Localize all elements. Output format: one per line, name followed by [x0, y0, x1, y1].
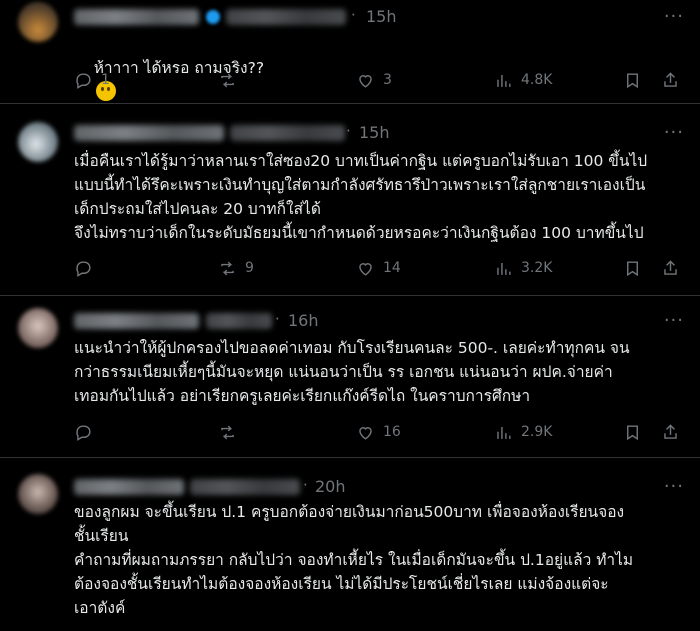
post-actions: 9 14 3.2K — [74, 256, 680, 280]
verified-badge-icon — [206, 10, 220, 24]
repost-count: 9 — [245, 260, 254, 276]
heart-icon — [359, 74, 372, 88]
heart-icon — [359, 426, 372, 440]
post-time[interactable]: 15h — [359, 123, 390, 142]
views-icon — [497, 262, 511, 275]
view-count: 3.2K — [521, 260, 553, 276]
share-button[interactable] — [661, 68, 680, 92]
post-time[interactable]: 15h — [366, 7, 397, 26]
share-button[interactable] — [661, 420, 680, 444]
bookmark-button[interactable] — [623, 68, 642, 92]
username[interactable] — [206, 313, 272, 329]
separator-dot: · — [346, 122, 351, 140]
views-icon — [497, 426, 511, 439]
reply-button[interactable] — [74, 256, 101, 280]
more-options-icon[interactable]: ··· — [664, 312, 684, 330]
more-options-icon[interactable]: ··· — [664, 8, 684, 26]
view-count: 2.9K — [521, 424, 553, 440]
reply-icon — [76, 72, 91, 89]
post-3[interactable]: · 16h ··· แนะนำว่าให้ผู้ปกครองไปขอลดค่าเ… — [0, 296, 700, 458]
reply-icon — [76, 260, 91, 277]
repost-button[interactable] — [218, 68, 245, 92]
repost-icon — [221, 73, 234, 87]
display-name[interactable] — [74, 9, 199, 25]
like-count: 14 — [383, 260, 401, 276]
repost-button[interactable] — [218, 420, 245, 444]
like-button[interactable]: 16 — [356, 420, 401, 444]
post-2[interactable]: · 15h ··· เมื่อคืนเราได้รู้มาว่าหลานเราใ… — [0, 104, 700, 296]
reply-button[interactable] — [74, 420, 101, 444]
bookmark-button[interactable] — [623, 256, 642, 280]
bookmark-button[interactable] — [623, 420, 642, 444]
repost-button[interactable]: 9 — [218, 256, 254, 280]
views-icon — [497, 74, 511, 87]
post-text: แนะนำว่าให้ผู้ปกครองไปขอลดค่าเทอม กับโรง… — [74, 339, 630, 405]
display-name[interactable] — [74, 479, 184, 495]
views-button[interactable]: 2.9K — [494, 420, 552, 444]
username[interactable] — [190, 479, 300, 495]
like-count: 16 — [383, 424, 401, 440]
repost-icon — [221, 261, 234, 275]
like-count: 3 — [383, 72, 392, 88]
share-icon — [664, 423, 677, 439]
like-button[interactable]: 3 — [356, 68, 392, 92]
share-button[interactable] — [661, 256, 680, 280]
username[interactable] — [226, 9, 346, 25]
heart-icon — [359, 262, 372, 276]
reply-button[interactable]: 1 — [74, 68, 110, 92]
separator-dot: · — [351, 6, 356, 24]
separator-dot: · — [275, 310, 280, 328]
share-icon — [664, 71, 677, 87]
more-options-icon[interactable]: ··· — [664, 478, 684, 496]
views-button[interactable]: 4.8K — [494, 68, 552, 92]
display-name[interactable] — [74, 313, 199, 329]
post-actions: 16 2.9K — [74, 420, 680, 444]
avatar[interactable] — [18, 2, 58, 42]
repost-icon — [221, 425, 234, 439]
post-text: เมื่อคืนเราได้รู้มาว่าหลานเราใส่ซอง20 บา… — [74, 152, 648, 242]
post-time[interactable]: 20h — [315, 477, 346, 496]
separator-dot: · — [303, 476, 308, 494]
post-4[interactable]: · 20h ··· ของลูกผม จะขึ้นเรียน ป.1 ครูบอ… — [0, 458, 700, 631]
views-button[interactable]: 3.2K — [494, 256, 552, 280]
like-button[interactable]: 14 — [356, 256, 401, 280]
reply-icon — [76, 424, 91, 441]
avatar[interactable] — [18, 308, 58, 348]
display-name[interactable] — [74, 125, 224, 141]
bookmark-icon — [627, 260, 638, 276]
username[interactable] — [230, 125, 345, 141]
bookmark-icon — [627, 424, 638, 440]
bookmark-icon — [627, 72, 638, 88]
post-1[interactable]: · 15h ··· ห้าาาา ได้หรอ ถามจริง?? 1 3 4.… — [0, 0, 700, 104]
post-text: ของลูกผม จะขึ้นเรียน ป.1 ครูบอกต้องจ่ายเ… — [74, 503, 634, 617]
view-count: 4.8K — [521, 72, 553, 88]
post-time[interactable]: 16h — [288, 311, 319, 330]
share-icon — [664, 259, 677, 275]
reply-count: 1 — [101, 72, 110, 88]
avatar[interactable] — [18, 122, 58, 162]
more-options-icon[interactable]: ··· — [664, 124, 684, 142]
avatar[interactable] — [18, 474, 58, 514]
post-actions: 1 3 4.8K — [74, 68, 680, 92]
